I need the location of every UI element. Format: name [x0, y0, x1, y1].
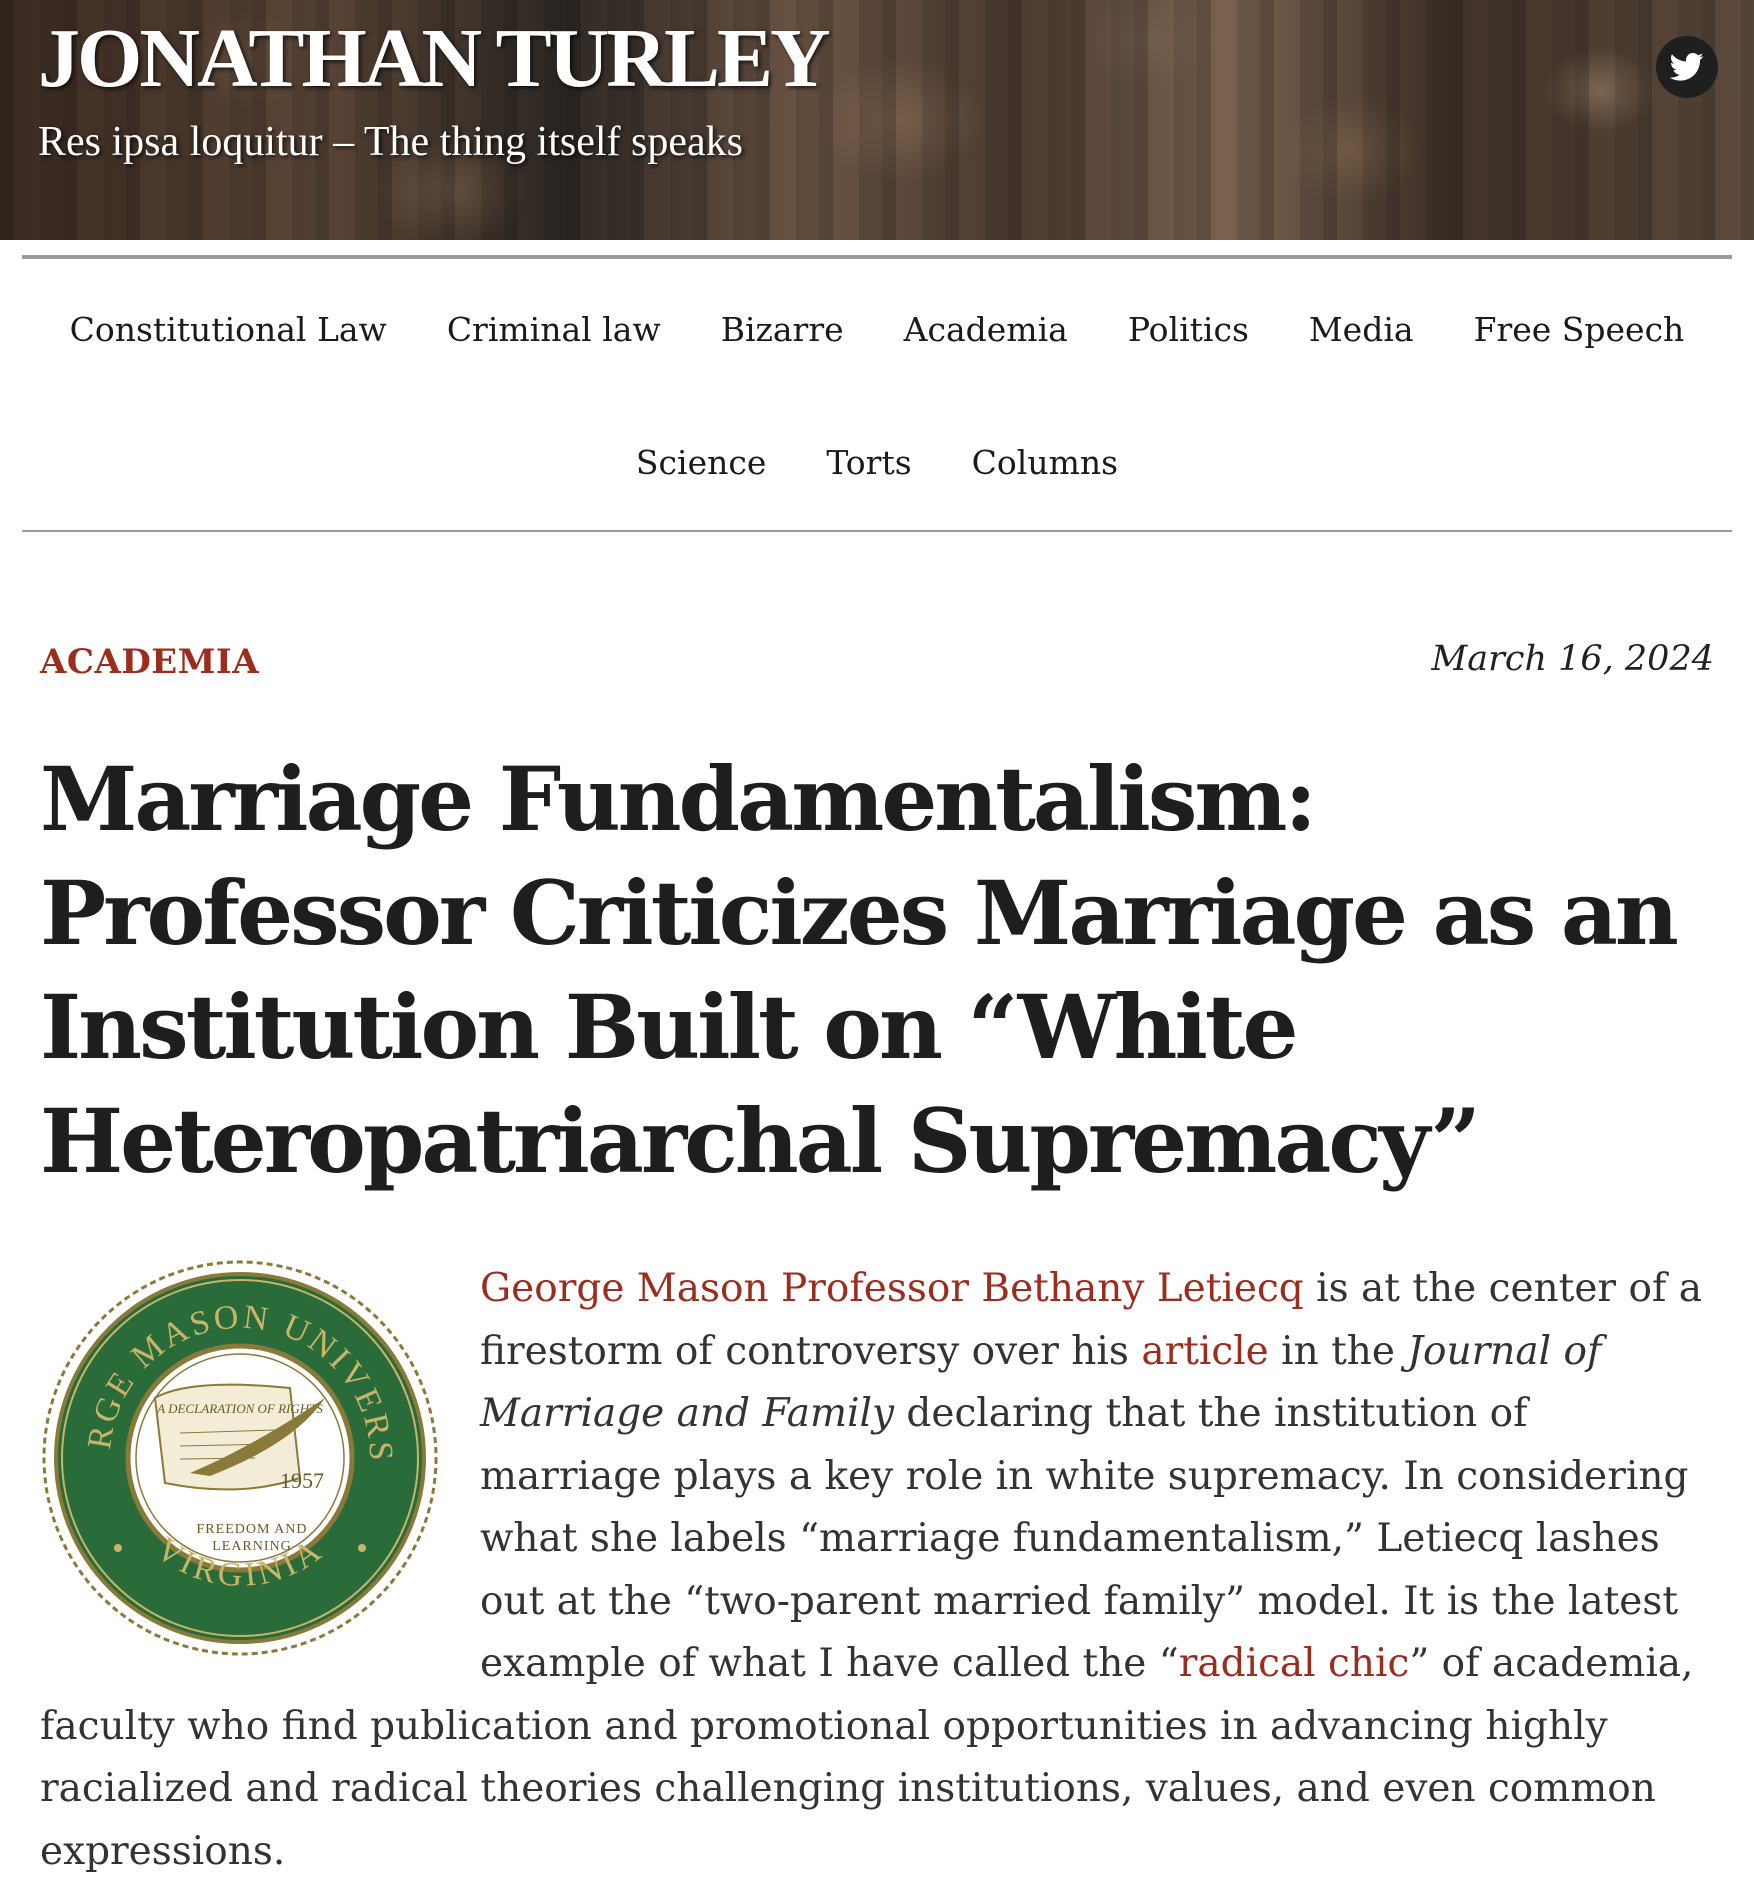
- nav-item-bizarre[interactable]: Bizarre: [721, 310, 844, 349]
- gmu-seal-image: GEORGE MASON UNIVERSITY VIRGINIA A DECLA…: [40, 1258, 438, 1656]
- nav-item-columns[interactable]: Columns: [972, 443, 1118, 482]
- nav-item-criminal-law[interactable]: Criminal law: [447, 310, 661, 349]
- post-title: Marriage Fundamentalism: Professor Criti…: [40, 747, 1679, 1193]
- article-link[interactable]: article: [1141, 1329, 1268, 1374]
- site-header: JONATHAN TURLEY Res ipsa loquitur – The …: [0, 0, 1754, 240]
- main-navigation: Constitutional Law Criminal law Bizarre …: [22, 255, 1732, 532]
- nav-item-media[interactable]: Media: [1309, 310, 1414, 349]
- nav-item-constitutional-law[interactable]: Constitutional Law: [70, 310, 387, 349]
- nav-item-politics[interactable]: Politics: [1128, 310, 1249, 349]
- seal-year: 1957: [280, 1468, 324, 1493]
- post-category-link[interactable]: ACADEMIA: [40, 642, 259, 682]
- site-title[interactable]: JONATHAN TURLEY: [38, 10, 831, 107]
- paragraph-text-2: in the: [1268, 1328, 1408, 1374]
- seal-scroll-text: A DECLARATION OF RIGHTS: [156, 1401, 323, 1416]
- professor-link[interactable]: George Mason Professor Bethany Letiecq: [480, 1266, 1304, 1311]
- nav-row-1: Constitutional Law Criminal law Bizarre …: [22, 310, 1732, 349]
- nav-item-torts[interactable]: Torts: [826, 443, 911, 482]
- twitter-icon[interactable]: [1656, 36, 1718, 98]
- post-date: March 16, 2024: [1431, 639, 1714, 679]
- nav-item-academia[interactable]: Academia: [904, 310, 1068, 349]
- twitter-bird-icon: [1670, 52, 1704, 81]
- seal-motto-line2: LEARNING: [212, 1539, 292, 1554]
- post-body: GEORGE MASON UNIVERSITY VIRGINIA A DECLA…: [40, 1258, 1714, 1883]
- nav-item-science[interactable]: Science: [636, 443, 766, 482]
- post-meta: ACADEMIA March 16, 2024: [40, 639, 1714, 702]
- nav-row-2: Science Torts Columns: [22, 443, 1732, 482]
- radical-chic-link[interactable]: radical chic: [1179, 1641, 1410, 1686]
- seal-motto-line1: FREEDOM AND: [197, 1522, 308, 1537]
- site-tagline: Res ipsa loquitur – The thing itself spe…: [38, 119, 743, 165]
- nav-item-free-speech[interactable]: Free Speech: [1474, 310, 1685, 349]
